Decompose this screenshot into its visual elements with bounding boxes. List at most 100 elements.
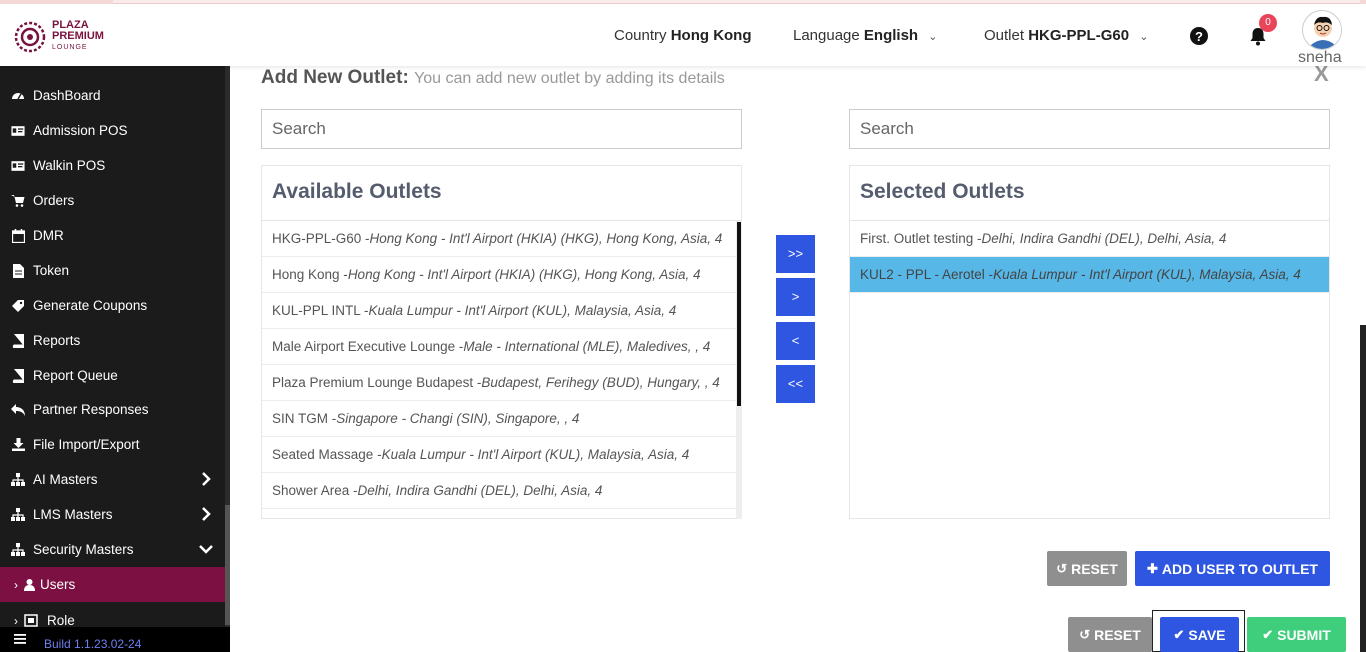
chevron-right-icon: ›	[14, 613, 18, 628]
sidebar-item-token[interactable]: Token	[0, 253, 225, 288]
sidebar-item-reports[interactable]: Reports	[0, 323, 225, 358]
sidebar-item-admission-pos[interactable]: Admission POS	[0, 113, 225, 148]
notification-badge: 0	[1259, 14, 1277, 32]
calendar-icon	[11, 228, 25, 243]
tag-icon	[11, 299, 25, 313]
language-label: Language	[793, 27, 860, 44]
list-item[interactable]: SIN TGM - Singapore - Changi (SIN), Singa…	[262, 401, 741, 437]
sidebar-item-lms-masters[interactable]: LMS Masters	[0, 497, 225, 532]
book-icon	[11, 333, 25, 348]
brand-logo[interactable]: PLAZA PREMIUM LOUNGE	[14, 20, 104, 53]
submit-button[interactable]: ✔ SUBMIT	[1247, 617, 1346, 652]
sidebar-item-label: File Import/Export	[33, 437, 140, 452]
available-search-input[interactable]	[261, 109, 742, 149]
help-icon[interactable]: ?	[1189, 26, 1209, 46]
reset-button[interactable]: ↺ RESET	[1068, 617, 1152, 652]
reply-icon	[11, 403, 25, 417]
available-list-scroll-thumb[interactable]	[737, 222, 741, 406]
outlet-detail: Male - International (MLE), Maledives, ,…	[463, 339, 711, 354]
outlet-name: HKG-PPL-G60 -	[272, 231, 370, 246]
logo-line3: LOUNGE	[52, 44, 88, 51]
username[interactable]: sneha	[1298, 49, 1342, 67]
language-value: English	[863, 27, 919, 44]
country-label: Country	[614, 27, 667, 44]
outlet-name: Shower Area -	[272, 483, 358, 498]
chevron-right-icon	[202, 507, 211, 521]
outlet-selector[interactable]: Outlet HKG-PPL-G60 ⌄	[984, 27, 1148, 44]
outlet-detail: Kuala Lumpur - Int'l Airport (KUL), Mala…	[368, 303, 677, 318]
logo-text: PLAZA PREMIUM LOUNGE	[52, 20, 104, 53]
sidebar-item-security-masters[interactable]: Security Masters	[0, 532, 225, 567]
language-selector[interactable]: Language English ⌄	[793, 27, 937, 44]
save-label: SAVE	[1188, 626, 1226, 643]
sidebar-item-label: DMR	[33, 228, 64, 243]
sidebar-scroll-thumb[interactable]	[225, 505, 230, 625]
list-item[interactable]: KUL-PPL INTL - Kuala Lumpur - Int'l Airpo…	[262, 293, 741, 329]
move-all-right-button[interactable]: >>	[776, 235, 815, 273]
avatar[interactable]	[1302, 10, 1342, 50]
list-item[interactable]: Shower Area - Delhi, Indira Gandhi (DEL),…	[262, 473, 741, 509]
list-item[interactable]: Plaza Premium Lounge Budapest - Budapest,…	[262, 365, 741, 401]
page-scrollbar[interactable]	[1360, 325, 1366, 652]
logo-icon	[14, 21, 46, 52]
chevron-right-icon: ›	[14, 577, 18, 592]
list-item[interactable]: Male Airport Executive Lounge - Male - In…	[262, 329, 741, 365]
list-item-selected[interactable]: KUL2 - PPL - Aerotel - Kuala Lumpur - Int…	[850, 257, 1329, 293]
list-item[interactable]: Hong Kong - Hong Kong - Int'l Airport (HK…	[262, 257, 741, 293]
menu-icon[interactable]	[14, 633, 26, 645]
list-item[interactable]: HKG-PPL-G60 - Hong Kong - Int'l Airport (…	[262, 221, 741, 257]
sidebar-item-label: Security Masters	[33, 542, 134, 557]
reset-outlet-label: RESET	[1071, 560, 1118, 577]
undo-icon: ↺	[1056, 560, 1068, 576]
selected-outlets-title: Selected Outlets	[850, 166, 1329, 221]
save-button[interactable]: ✔ SAVE	[1160, 617, 1239, 652]
outlet-detail: Singapore - Changi (SIN), Singapore, , 4	[336, 411, 580, 426]
move-left-button[interactable]: <	[776, 322, 815, 360]
document-icon	[11, 263, 25, 278]
id-card-icon	[11, 159, 25, 173]
sidebar-item-file-import-export[interactable]: File Import/Export	[0, 427, 225, 462]
available-outlets-panel: Available Outlets HKG-PPL-G60 - Hong Kong…	[261, 165, 742, 519]
submit-label: SUBMIT	[1277, 626, 1331, 643]
list-item[interactable]: Seated Massage - Kuala Lumpur - Int'l Air…	[262, 437, 741, 473]
sidebar-item-label: Users	[40, 577, 76, 592]
move-right-button[interactable]: >	[776, 278, 815, 316]
plus-icon: ✚	[1147, 560, 1158, 576]
sidebar-item-generate-coupons[interactable]: Generate Coupons	[0, 288, 225, 323]
chevron-down-icon: ⌄	[1139, 31, 1149, 43]
outlet-detail: Hong Kong - Int'l Airport (HKIA) (HKG), …	[369, 231, 723, 246]
outlet-name: Seated Massage -	[272, 447, 382, 462]
sidebar-item-walkin-pos[interactable]: Walkin POS	[0, 148, 225, 183]
download-icon	[11, 438, 25, 452]
sidebar-item-report-queue[interactable]: Report Queue	[0, 358, 225, 393]
sidebar-item-orders[interactable]: Orders	[0, 183, 225, 218]
outlet-name: SIN TGM -	[272, 411, 337, 426]
add-user-to-outlet-button[interactable]: ✚ ADD USER TO OUTLET	[1135, 551, 1330, 586]
outlet-name: Male Airport Executive Lounge -	[272, 339, 464, 354]
outlet-label: Outlet	[984, 27, 1025, 44]
reset-outlet-button[interactable]: ↺ RESET	[1047, 551, 1127, 586]
outlet-name: KUL-PPL INTL -	[272, 303, 369, 318]
sidebar-item-label: Partner Responses	[33, 402, 149, 417]
logo-line2: PREMIUM	[52, 30, 104, 42]
sidebar-item-dmr[interactable]: DMR	[0, 218, 225, 253]
check-icon: ✔	[1173, 626, 1185, 642]
sidebar-item-ai-masters[interactable]: AI Masters	[0, 462, 225, 497]
outlet-detail: Delhi, Indira Gandhi (DEL), Delhi, Asia,…	[981, 231, 1227, 246]
undo-icon: ↺	[1079, 626, 1091, 642]
book-icon	[11, 368, 25, 383]
move-all-left-button[interactable]: <<	[776, 365, 815, 403]
sidebar-item-partner-responses[interactable]: Partner Responses	[0, 392, 225, 427]
outlet-value: HKG-PPL-G60	[1028, 27, 1130, 44]
build-bar: Build 1.1.23.02-24	[0, 627, 230, 652]
build-version: Build 1.1.23.02-24	[44, 637, 142, 651]
country-value: Hong Kong	[670, 27, 752, 44]
selected-search-input[interactable]	[849, 109, 1330, 149]
sidebar-item-label: Role	[47, 613, 75, 628]
outlet-detail: Kuala Lumpur - Int'l Airport (KUL), Mala…	[381, 447, 690, 462]
sidebar-item-label: LMS Masters	[33, 507, 113, 522]
reset-label: RESET	[1094, 626, 1141, 643]
sidebar-item-users[interactable]: › Users	[0, 567, 225, 602]
sidebar-item-dashboard[interactable]: DashBoard	[0, 78, 225, 113]
list-item[interactable]: First. Outlet testing - Delhi, Indira Gan…	[850, 221, 1329, 257]
